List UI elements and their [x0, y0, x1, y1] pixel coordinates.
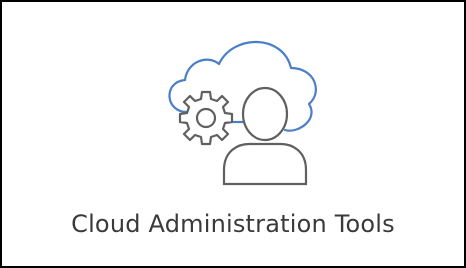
tile-label: Cloud Administration Tools [71, 210, 395, 238]
gear-icon [178, 90, 234, 146]
cloud-admin-icon [157, 32, 327, 187]
cloud-admin-tools-tile[interactable]: Cloud Administration Tools [0, 0, 466, 268]
user-icon [222, 86, 308, 186]
